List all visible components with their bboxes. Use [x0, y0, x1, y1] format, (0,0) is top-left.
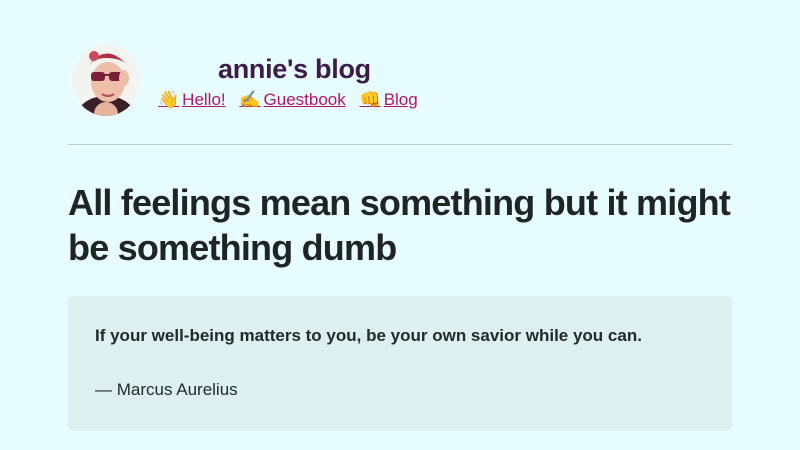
quote-text: If your well-being matters to you, be yo… — [95, 326, 642, 345]
avatar-image — [72, 44, 140, 116]
header-divider — [68, 144, 732, 145]
nav-link-hello[interactable]: 👋 Hello! — [158, 90, 226, 110]
nav-link-guestbook-label: Guestbook — [263, 90, 346, 109]
avatar[interactable] — [72, 44, 140, 116]
nav-link-guestbook[interactable]: ✍️ Guestbook — [239, 90, 346, 110]
waving-hand-icon: 👋 — [158, 90, 180, 110]
writing-hand-icon: ✍️ — [239, 90, 261, 110]
quote-block: If your well-being matters to you, be yo… — [68, 296, 732, 431]
fist-icon: 👊 — [359, 90, 381, 110]
post-title: All feelings mean something but it might… — [68, 182, 731, 268]
nav-link-hello-label: Hello! — [182, 90, 226, 109]
nav-link-blog-label: Blog — [383, 90, 418, 109]
nav-link-blog[interactable]: 👊 Blog — [359, 90, 418, 110]
site-title[interactable]: annie's blog — [218, 52, 371, 86]
quote-attribution: — Marcus Aurelius — [95, 380, 238, 399]
main-nav: 👋 Hello! ✍️ Guestbook 👊 Blog — [158, 89, 427, 111]
page: annie's blog 👋 Hello! ✍️ Guestbook 👊 Blog A… — [0, 0, 800, 450]
